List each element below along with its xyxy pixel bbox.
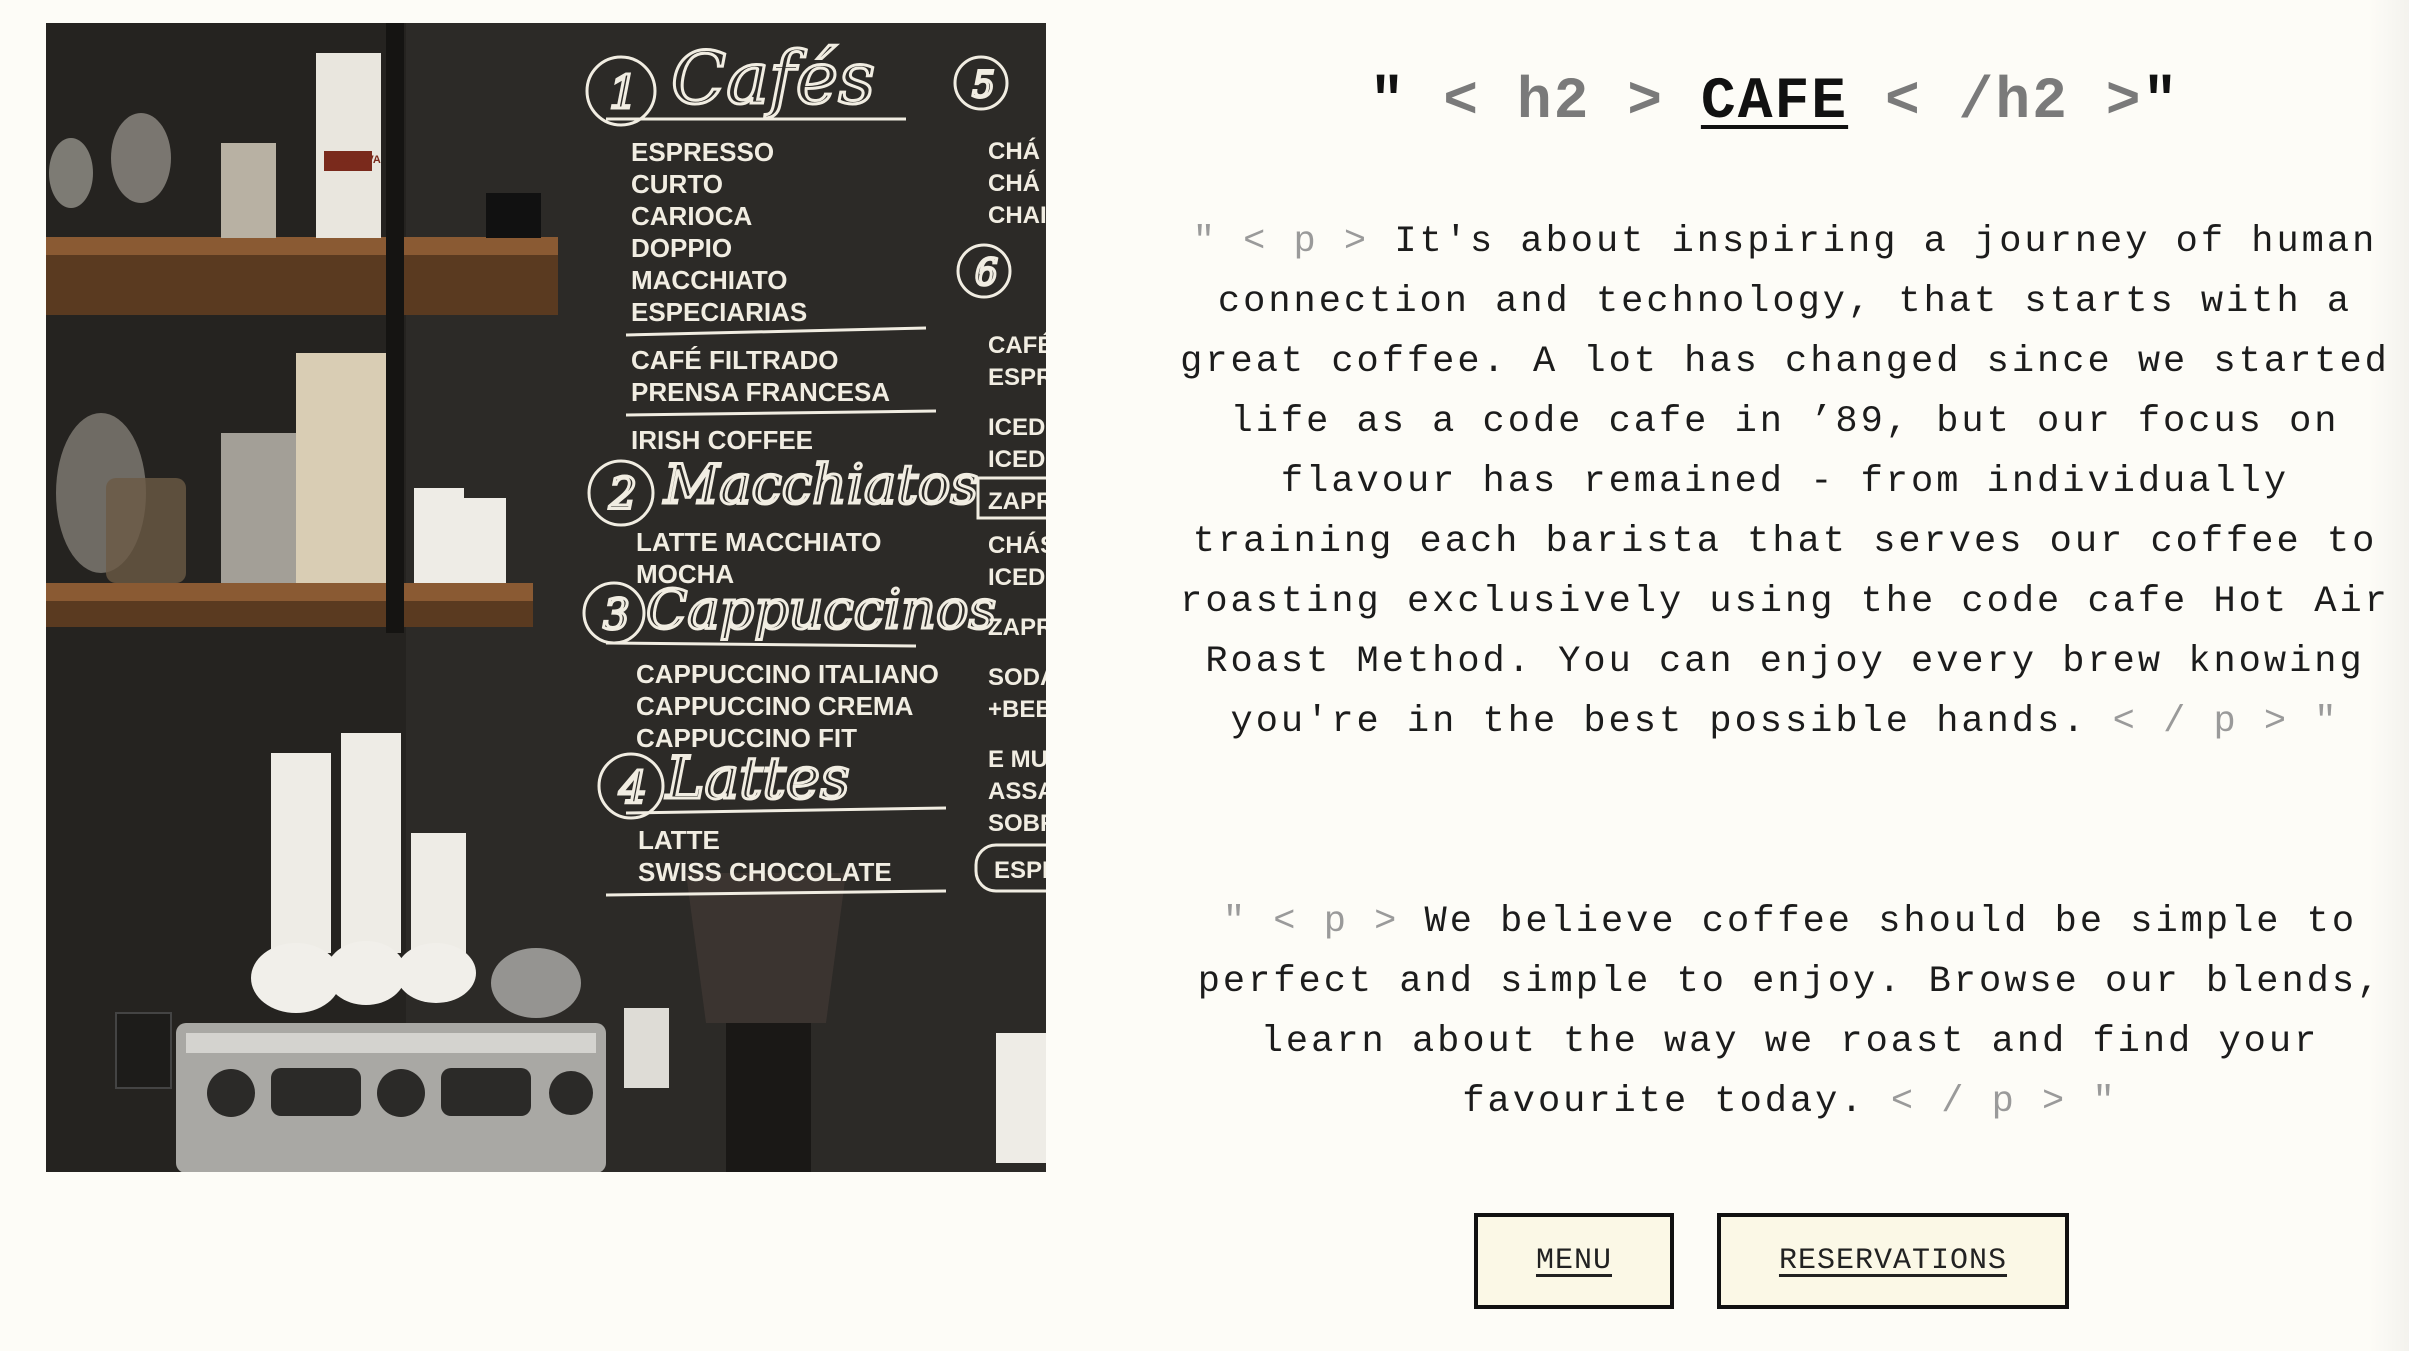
menu-item: CAFÉ FILTRADO [631,345,839,375]
menu-item: CHÁ M [988,137,1046,165]
menu-item: ESPE [994,857,1046,884]
paragraph-close-tag: < / p > " [1890,1081,2118,1123]
menu-item: ICED [988,446,1045,473]
menu-item: ICED [988,414,1045,441]
paragraph-close-tag: < / p > " [2112,701,2340,743]
menu-item: ESPRESSO [631,137,774,167]
menu-item: CURTO [631,169,723,199]
menu-item: CHÁ B [988,169,1046,197]
svg-text:Lattes: Lattes [665,744,850,812]
menu-item: SODA [988,664,1046,691]
menu-item: SWISS CHOCOLATE [638,857,892,887]
menu-item: ZAPR [988,488,1046,515]
svg-text:4: 4 [618,763,647,814]
paragraph-open-tag: " < p > [1222,901,1400,943]
svg-text:Macchiatos: Macchiatos [663,453,978,516]
reservations-button[interactable]: RESERVATIONS [1717,1213,2069,1309]
menu-section-number: 5 [972,65,995,106]
intro-paragraph: " < p > It's about inspiring a journey o… [1170,212,2400,752]
cafe-photo-illustration: 1 Cafés ESPRESSO CURTO CARIOCA DOPPIO MA… [46,23,1046,1172]
belief-paragraph: " < p > We believe coffee should be simp… [1190,892,2390,1132]
menu-item: CAPPUCCINO CREMA [636,691,914,721]
page-title: CAFE [1700,70,1849,135]
cafe-section: " < h2 > CAFE < /h2 >" " < p > It's abou… [1140,0,2409,1351]
menu-item: ZAPR [988,614,1046,641]
paragraph-open-tag: " < p > [1192,221,1370,263]
menu-item: CHÁS [988,531,1046,559]
menu-button[interactable]: MENU [1474,1213,1674,1309]
menu-item: PRENSA FRANCESA [631,377,890,407]
page-edge-shadow [2369,0,2409,1351]
menu-section-number: 6 [975,253,998,294]
svg-text:3: 3 [603,590,630,639]
menu-item: ESPR [988,364,1046,391]
menu-item: DOPPIO [631,233,732,263]
section-heading: " < h2 > CAFE < /h2 >" [1140,70,2409,135]
menu-item: CHAI [988,202,1046,229]
menu-item: ICED [988,564,1045,591]
heading-quote: " [1369,70,1407,135]
package-label: PRONOVA [326,154,381,166]
menu-item: CARIOCA [631,201,753,231]
menu-item: +BEB [988,696,1046,723]
heading-close-tag: < /h2 > [1884,70,2143,135]
menu-item: LATTE MACCHIATO [636,527,882,557]
cafe-photo: 1 Cafés ESPRESSO CURTO CARIOCA DOPPIO MA… [46,23,1046,1172]
menu-item: IRISH COFFEE [631,425,813,455]
paragraph-text: It's about inspiring a journey of human … [1180,221,2390,743]
menu-item: E MU [988,746,1046,773]
svg-text:2: 2 [608,469,637,520]
menu-item: ASSA [988,778,1046,805]
menu-item: LATTE [638,825,720,855]
menu-item: CAPPUCCINO ITALIANO [636,659,939,689]
heading-open-tag: < h2 > [1443,70,1665,135]
menu-item: CAFÉ [988,331,1046,359]
svg-text:Cafés: Cafés [671,36,875,120]
heading-quote: " [2142,70,2180,135]
menu-item: ESPECIARIAS [631,297,807,327]
menu-item: MACCHIATO [631,265,787,295]
menu-item: SOBR [988,810,1046,837]
svg-text:Cappuccinos: Cappuccinos [646,578,996,641]
svg-text:1: 1 [609,65,638,119]
